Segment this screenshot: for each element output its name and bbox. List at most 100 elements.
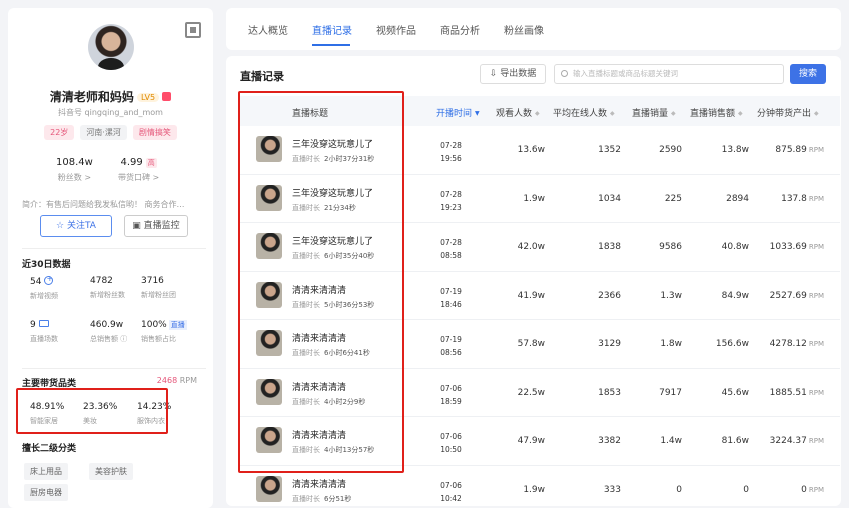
col-label: 观看人数 [496, 109, 533, 119]
secondary-title: 擅长二级分类 [22, 444, 77, 454]
divider [22, 368, 206, 369]
per-minute-cell: 2527.69 RPM [770, 291, 824, 301]
stat-label: 新增视频 [30, 292, 58, 300]
tab-fan-profile[interactable]: 粉丝画像 [504, 22, 544, 37]
sales-cell: 0 [676, 484, 682, 495]
start-clock: 10:50 [440, 445, 462, 454]
live-duration: 直播时长 6分51秒 [292, 494, 351, 504]
rpm-unit: RPM [179, 376, 197, 385]
views-cell: 42.0w [517, 242, 545, 252]
live-start-time: 07-28 19:56 [436, 139, 466, 165]
avg-online-cell: 3129 [598, 339, 621, 349]
tab-overview[interactable]: 达人概览 [248, 22, 288, 37]
col-revenue[interactable]: 直播销售额 ◆ [690, 106, 743, 119]
sales-cell: 225 [664, 193, 682, 204]
live-monitor-button[interactable]: ▣ 直播监控 [124, 215, 188, 237]
sales-cell: 1.4w [660, 436, 682, 446]
col-start-time[interactable]: 开播时间 ▼ [436, 106, 480, 119]
start-clock: 10:42 [440, 493, 462, 503]
rpm-unit: RPM [808, 243, 824, 251]
location-tag: 河南·漯河 [80, 125, 127, 140]
search-button[interactable]: 搜索 [790, 64, 826, 84]
follow-label: 关注TA [66, 221, 96, 231]
sales-cell: 1.3w [660, 290, 682, 301]
level-badge: LV5 [136, 93, 160, 102]
avg-online-cell: 3382 [598, 436, 621, 446]
tab-videos[interactable]: 视频作品 [376, 22, 416, 37]
per-minute-value: 137.8 [781, 193, 807, 204]
avg-online-cell: 1034 [598, 193, 621, 204]
per-minute-cell: 875.89 RPM [775, 145, 824, 155]
col-avg-online[interactable]: 平均在线人数 ◆ [553, 106, 615, 119]
live-start-time: 07-19 18:46 [436, 285, 466, 311]
profile-panel: 清清老师和妈妈 LV5 抖音号 qingqing_and_mom 22岁 河南·漯河… [8, 8, 213, 508]
stat-value: 9 [30, 320, 36, 330]
live-records-panel: 直播记录 ⇩ 导出数据 输入直播标题或商品标题关键词 搜索 直播标题 开播时间 ▼… [226, 56, 841, 506]
tab-live-records[interactable]: 直播记录 [312, 22, 352, 37]
follow-button[interactable]: ☆ 关注TA [40, 215, 112, 237]
live-thumbnail[interactable] [256, 475, 282, 502]
rpm-unit: RPM [808, 485, 824, 494]
col-views[interactable]: 观看人数 ◆ [496, 106, 540, 119]
live-records-title: 直播记录 [240, 70, 284, 83]
search-input[interactable]: 输入直播标题或商品标题关键词 [554, 64, 784, 84]
rpm-value: 2468 [156, 376, 178, 385]
stat-label: 直播场数 [30, 335, 58, 343]
revenue-cell: 0 [743, 484, 749, 495]
title-column-highlight-box [238, 91, 404, 473]
profile-name-row: 清清老师和妈妈 LV5 [8, 88, 213, 105]
categories-rpm: 2468 RPM [157, 376, 197, 385]
rpm-unit: RPM [808, 194, 824, 203]
category-highlight-box [16, 388, 168, 434]
views-cell: 41.9w [517, 290, 545, 301]
search-icon [561, 70, 568, 77]
stat-new-fans: 4782 新增粉丝数 [90, 276, 125, 300]
avg-online-cell: 1352 [598, 145, 621, 155]
revenue-cell: 13.8w [721, 145, 749, 155]
rpm-unit: RPM [808, 437, 824, 445]
start-clock: 18:59 [440, 396, 462, 406]
col-sales[interactable]: 直播销量 ◆ [632, 106, 676, 119]
start-clock: 19:56 [440, 154, 462, 163]
profile-tags: 22岁 河南·漯河 剧情搞笑 [8, 125, 213, 140]
revenue-cell: 81.6w [721, 436, 749, 446]
active-tab-indicator [312, 44, 350, 46]
revenue-cell: 156.6w [715, 339, 749, 349]
start-date: 07-19 [440, 335, 462, 344]
search-placeholder: 输入直播标题或商品标题关键词 [573, 69, 678, 78]
avg-online-cell: 333 [603, 484, 621, 495]
start-clock: 18:46 [440, 299, 462, 309]
secondary-tag[interactable]: 美容护肤 [89, 463, 133, 480]
tab-product-analysis[interactable]: 商品分析 [440, 22, 480, 37]
col-per-minute[interactable]: 分钟带货产出 ◆ [757, 106, 819, 119]
live-title[interactable]: 清清来清清清 [292, 477, 346, 490]
per-minute-cell: 0 RPM [801, 485, 824, 495]
views-cell: 57.8w [517, 339, 545, 349]
stat-value: 4782 [90, 276, 113, 286]
tab-bar: 达人概览 直播记录 视频作品 商品分析 粉丝画像 [226, 8, 841, 50]
export-button[interactable]: ⇩ 导出数据 [480, 64, 546, 84]
sales-cell: 7917 [659, 387, 682, 398]
col-label: 开播时间 [436, 109, 473, 119]
stat-value: 3716 [141, 276, 164, 286]
duration-value: 6分51秒 [324, 494, 352, 503]
stat-label: 销售额占比 [141, 335, 176, 343]
secondary-tag[interactable]: 厨房电器 [24, 484, 68, 501]
sales-cell: 2590 [659, 145, 682, 155]
rpm-unit: RPM [808, 340, 824, 348]
reputation-stat[interactable]: 4.99 高 带货口碑 > [118, 157, 159, 183]
stat-value: 54 [30, 277, 42, 287]
per-minute-value: 1885.51 [769, 387, 807, 398]
start-clock: 08:58 [440, 251, 462, 260]
monitor-label: 直播监控 [143, 221, 180, 231]
per-minute-cell: 3224.37 RPM [770, 436, 824, 446]
live-badge: 直播 [168, 320, 187, 330]
last30-title: 近30日数据 [22, 260, 71, 270]
secondary-tag[interactable]: 床上用品 [24, 463, 68, 480]
qr-code-icon[interactable] [185, 22, 201, 38]
live-start-time: 07-28 19:23 [436, 188, 466, 214]
fans-stat[interactable]: 108.4w 粉丝数 > [56, 157, 93, 183]
sort-icon: ◆ [671, 110, 676, 117]
views-cell: 1.9w [523, 484, 545, 495]
profile-intro: 简介：有售后问题给我发私信哟！ 商务合作… [22, 200, 185, 209]
